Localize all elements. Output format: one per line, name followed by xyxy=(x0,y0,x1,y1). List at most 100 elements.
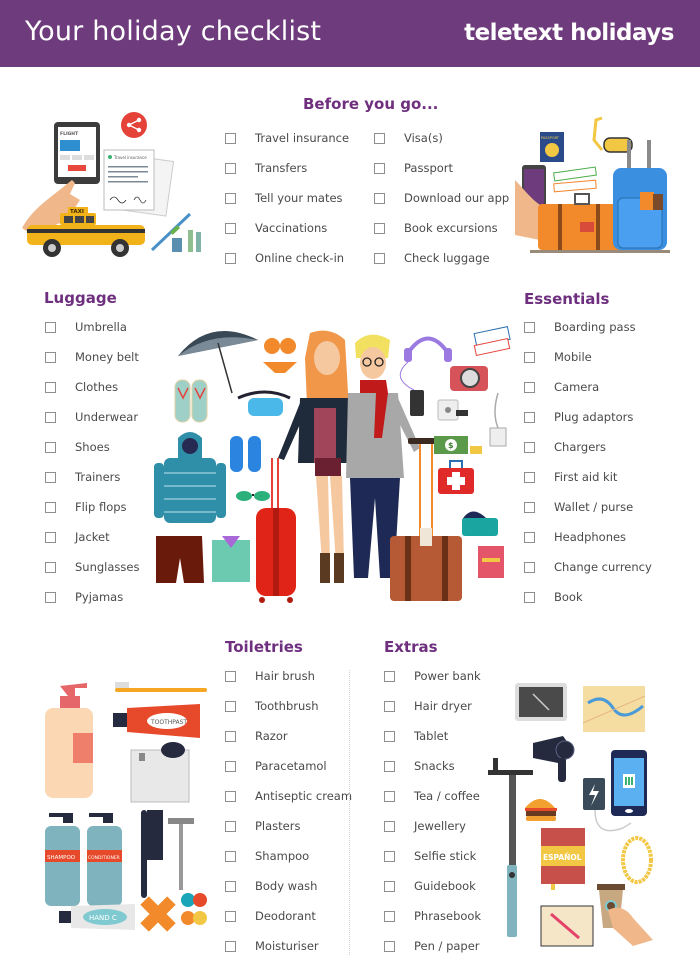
checkbox[interactable] xyxy=(384,850,395,862)
checklist-item[interactable]: Change currency xyxy=(524,552,652,582)
checkbox[interactable] xyxy=(225,252,236,264)
checkbox[interactable] xyxy=(225,730,236,742)
checkbox[interactable] xyxy=(225,790,236,802)
checklist-item[interactable]: Book excursions xyxy=(374,213,509,243)
checkbox[interactable] xyxy=(384,670,395,682)
checkbox[interactable] xyxy=(225,940,236,952)
checklist-item[interactable]: Headphones xyxy=(524,522,652,552)
checklist-item[interactable]: Book xyxy=(524,582,652,612)
checklist-item[interactable]: Pyjamas xyxy=(45,582,139,612)
checklist-item[interactable]: Selfie stick xyxy=(384,841,481,871)
checkbox[interactable] xyxy=(524,441,535,453)
checklist-item[interactable]: Moisturiser xyxy=(225,931,352,955)
checklist-item[interactable]: Download our app xyxy=(374,183,509,213)
checklist-item[interactable]: Shoes xyxy=(45,432,139,462)
checkbox[interactable] xyxy=(45,591,56,603)
checkbox[interactable] xyxy=(45,441,56,453)
checkbox[interactable] xyxy=(45,381,56,393)
checklist-item[interactable]: Boarding pass xyxy=(524,312,652,342)
checklist-item[interactable]: Camera xyxy=(524,372,652,402)
checkbox[interactable] xyxy=(225,670,236,682)
checkbox[interactable] xyxy=(225,162,236,174)
checklist-item[interactable]: Body wash xyxy=(225,871,352,901)
checklist-item[interactable]: Antiseptic cream xyxy=(225,781,352,811)
checkbox[interactable] xyxy=(374,222,385,234)
checklist-item[interactable]: Plasters xyxy=(225,811,352,841)
checklist-item[interactable]: Online check-in xyxy=(225,243,349,273)
checklist-item[interactable]: Razor xyxy=(225,721,352,751)
checklist-item[interactable]: Clothes xyxy=(45,372,139,402)
checklist-item[interactable]: Guidebook xyxy=(384,871,481,901)
checklist-item[interactable]: Hair dryer xyxy=(384,691,481,721)
checklist-item[interactable]: Tea / coffee xyxy=(384,781,481,811)
checkbox[interactable] xyxy=(524,501,535,513)
checkbox[interactable] xyxy=(524,591,535,603)
checkbox[interactable] xyxy=(384,910,395,922)
checklist-item[interactable]: Sunglasses xyxy=(45,552,139,582)
checklist-item[interactable]: Hair brush xyxy=(225,661,352,691)
checklist-item[interactable]: Toothbrush xyxy=(225,691,352,721)
checklist-item[interactable]: Deodorant xyxy=(225,901,352,931)
checklist-item[interactable]: Umbrella xyxy=(45,312,139,342)
checklist-item[interactable]: Chargers xyxy=(524,432,652,462)
checkbox[interactable] xyxy=(524,351,535,363)
checkbox[interactable] xyxy=(225,700,236,712)
checklist-item[interactable]: Jewellery xyxy=(384,811,481,841)
checkbox[interactable] xyxy=(225,910,236,922)
checklist-item[interactable]: Passport xyxy=(374,153,509,183)
checklist-item[interactable]: Trainers xyxy=(45,462,139,492)
checklist-item[interactable]: Shampoo xyxy=(225,841,352,871)
checklist-item[interactable]: Money belt xyxy=(45,342,139,372)
checklist-item[interactable]: Travel insurance xyxy=(225,123,349,153)
checkbox[interactable] xyxy=(225,192,236,204)
checklist-item[interactable]: Underwear xyxy=(45,402,139,432)
checkbox[interactable] xyxy=(374,162,385,174)
checkbox[interactable] xyxy=(225,880,236,892)
checklist-item[interactable]: Power bank xyxy=(384,661,481,691)
checklist-item[interactable]: Flip flops xyxy=(45,492,139,522)
checkbox[interactable] xyxy=(384,760,395,772)
checkbox[interactable] xyxy=(524,561,535,573)
checkbox[interactable] xyxy=(45,351,56,363)
checklist-item[interactable]: Visa(s) xyxy=(374,123,509,153)
checkbox[interactable] xyxy=(384,730,395,742)
checklist-item[interactable]: Paracetamol xyxy=(225,751,352,781)
checkbox[interactable] xyxy=(225,850,236,862)
checkbox[interactable] xyxy=(384,790,395,802)
checkbox[interactable] xyxy=(524,321,535,333)
checkbox[interactable] xyxy=(225,132,236,144)
checkbox[interactable] xyxy=(374,252,385,264)
checkbox[interactable] xyxy=(374,192,385,204)
checkbox[interactable] xyxy=(384,700,395,712)
checkbox[interactable] xyxy=(524,381,535,393)
checkbox[interactable] xyxy=(524,411,535,423)
checkbox[interactable] xyxy=(524,531,535,543)
checklist-item[interactable]: Vaccinations xyxy=(225,213,349,243)
checkbox[interactable] xyxy=(45,411,56,423)
checklist-item[interactable]: First aid kit xyxy=(524,462,652,492)
checkbox[interactable] xyxy=(374,132,385,144)
checkbox[interactable] xyxy=(45,471,56,483)
checklist-item[interactable]: Snacks xyxy=(384,751,481,781)
checkbox[interactable] xyxy=(45,501,56,513)
checklist-item[interactable]: Jacket xyxy=(45,522,139,552)
checklist-item[interactable]: Transfers xyxy=(225,153,349,183)
checklist-item[interactable]: Phrasebook xyxy=(384,901,481,931)
checklist-item[interactable]: Tell your mates xyxy=(225,183,349,213)
checkbox[interactable] xyxy=(384,880,395,892)
checkbox[interactable] xyxy=(384,820,395,832)
checkbox[interactable] xyxy=(524,471,535,483)
checkbox[interactable] xyxy=(225,820,236,832)
checklist-item[interactable]: Plug adaptors xyxy=(524,402,652,432)
checkbox[interactable] xyxy=(45,321,56,333)
checkbox[interactable] xyxy=(384,940,395,952)
checkbox[interactable] xyxy=(45,531,56,543)
checklist-item[interactable]: Tablet xyxy=(384,721,481,751)
checkbox[interactable] xyxy=(45,561,56,573)
checklist-item[interactable]: Pen / paper xyxy=(384,931,481,955)
checkbox[interactable] xyxy=(225,222,236,234)
checklist-item[interactable]: Check luggage xyxy=(374,243,509,273)
checklist-item[interactable]: Wallet / purse xyxy=(524,492,652,522)
checkbox[interactable] xyxy=(225,760,236,772)
checklist-item[interactable]: Mobile xyxy=(524,342,652,372)
